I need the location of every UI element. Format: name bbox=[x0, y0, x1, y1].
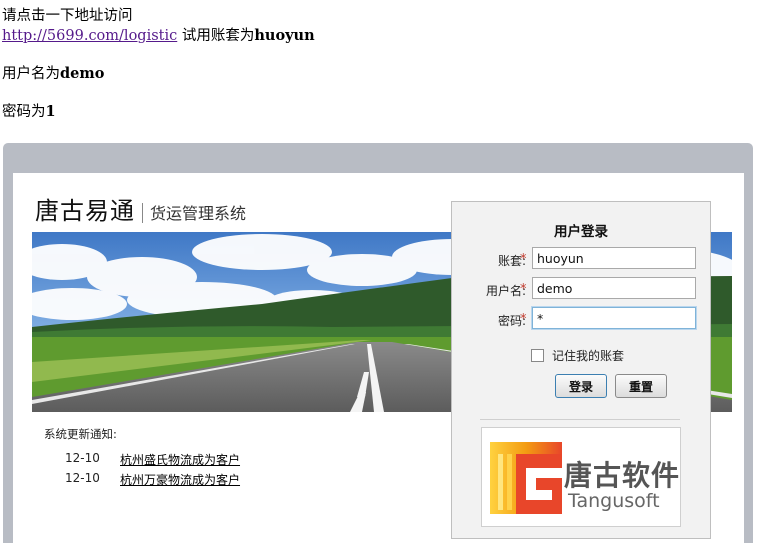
news-item: 12-10 杭州盛氏物流成为客户 bbox=[65, 451, 240, 471]
news-list: 12-10 杭州盛氏物流成为客户 12-10 杭州万豪物流成为客户 bbox=[65, 451, 240, 491]
logo-text-cn: 唐古软件 bbox=[564, 459, 681, 492]
required-mark: * bbox=[520, 312, 527, 327]
trial-prefix: 试用账套为 bbox=[181, 28, 255, 44]
password-note: 密码为1 bbox=[2, 102, 315, 122]
remember-account[interactable]: 记住我的账套 bbox=[531, 347, 624, 364]
news-link[interactable]: 杭州盛氏物流成为客户 bbox=[120, 451, 240, 471]
remember-label: 记住我的账套 bbox=[552, 349, 625, 363]
intro-link-line: http://5699.com/logistic 试用账套为huoyun bbox=[2, 26, 315, 46]
brand-subtitle: 货运管理系统 bbox=[150, 204, 247, 223]
reset-button[interactable]: 重置 bbox=[615, 374, 667, 398]
remember-checkbox[interactable] bbox=[531, 349, 544, 362]
login-title: 用户登录 bbox=[554, 224, 608, 240]
news-link[interactable]: 杭州万豪物流成为客户 bbox=[120, 471, 240, 491]
trial-account: huoyun bbox=[254, 27, 315, 44]
username-prefix: 用户名为 bbox=[2, 66, 60, 82]
embedded-page-frame: 唐古易通 货运管理系统 系统更新通知: 12-10 杭州盛氏物流成为客户 12-… bbox=[3, 143, 753, 543]
password-prefix: 密码为 bbox=[2, 104, 46, 120]
password-row: 密码: * bbox=[452, 307, 710, 331]
company-logo: 唐古软件 Tangusoft bbox=[481, 427, 681, 527]
logistic-link[interactable]: http://5699.com/logistic bbox=[2, 28, 177, 44]
news-date: 12-10 bbox=[65, 451, 100, 465]
account-input[interactable] bbox=[532, 247, 696, 269]
required-mark: * bbox=[520, 252, 527, 267]
logo-text-en: Tangusoft bbox=[568, 490, 660, 512]
tangusoft-logo-icon bbox=[490, 442, 562, 514]
update-notice-title: 系统更新通知: bbox=[44, 427, 117, 441]
username-note: 用户名为demo bbox=[2, 64, 315, 84]
news-item: 12-10 杭州万豪物流成为客户 bbox=[65, 471, 240, 491]
username-row: 用户名: * bbox=[452, 277, 710, 301]
required-mark: * bbox=[520, 282, 527, 297]
password-input[interactable] bbox=[532, 307, 696, 329]
username-input[interactable] bbox=[532, 277, 696, 299]
news-date: 12-10 bbox=[65, 471, 100, 485]
username-value: demo bbox=[60, 65, 105, 82]
login-page: 唐古易通 货运管理系统 系统更新通知: 12-10 杭州盛氏物流成为客户 12-… bbox=[13, 173, 744, 543]
login-divider bbox=[480, 419, 680, 420]
account-row: 账套: * bbox=[452, 247, 710, 271]
brand-name: 唐古易通 bbox=[35, 197, 135, 225]
login-box: 用户登录 账套: * 用户名: * 密码: * 记住我的账套 登录 重置 bbox=[451, 201, 711, 539]
login-button[interactable]: 登录 bbox=[555, 374, 607, 398]
brand-separator bbox=[142, 203, 143, 223]
intro-text: 请点击一下地址访问 http://5699.com/logistic 试用账套为… bbox=[2, 6, 315, 122]
brand-header: 唐古易通 货运管理系统 bbox=[35, 191, 246, 226]
password-value: 1 bbox=[45, 103, 56, 120]
intro-line: 请点击一下地址访问 bbox=[2, 8, 133, 24]
